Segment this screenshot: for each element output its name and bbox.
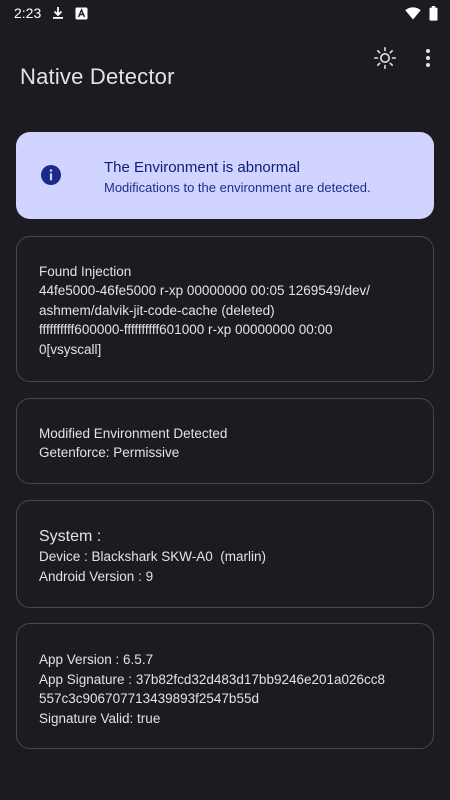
status-left: 2:23: [14, 5, 88, 21]
injection-line: 0[vsyscall]: [39, 341, 102, 357]
card-heading: System :: [39, 528, 102, 545]
signature-valid-line: Signature Valid: true: [39, 710, 161, 726]
status-time: 2:23: [14, 5, 42, 21]
app-title: Native Detector: [20, 64, 175, 89]
more-options-button[interactable]: [412, 42, 444, 74]
injection-card: Found Injection 44fe5000-46fe5000 r-xp 0…: [16, 236, 434, 382]
banner-title: The Environment is abnormal: [104, 159, 300, 176]
sun-icon: [373, 46, 397, 70]
device-line: Device : Blackshark SKW-A0 (marlin): [39, 549, 267, 564]
injection-line: 44fe5000-46fe5000 r-xp 00000000 00:05 12…: [39, 283, 371, 298]
modified-env-card: Modified Environment Detected Getenforce…: [16, 398, 434, 484]
status-right: [405, 5, 438, 21]
app-signature-line: App Signature : 37b82fcd32d483d17bb9246e…: [39, 671, 386, 687]
status-bar: 2:23: [0, 0, 450, 26]
injection-line: ffffffffff600000-ffffffffff601000 r-xp 0…: [39, 322, 333, 337]
battery-icon: [429, 5, 438, 21]
getenforce-line: Getenforce: Permissive: [39, 445, 180, 460]
app-info-card: App Version : 6.5.7 App Signature : 37b8…: [16, 623, 434, 749]
card-heading: Found Injection: [39, 264, 132, 279]
info-icon: [41, 165, 61, 185]
app-signature-line: 557c3c906707713439893f2547b55d: [39, 691, 259, 706]
injection-line: ashmem/dalvik-jit-code-cache (deleted): [39, 302, 275, 318]
more-vert-icon: [426, 49, 430, 67]
app-version-line: App Version : 6.5.7: [39, 652, 154, 667]
download-icon: [51, 6, 65, 20]
banner-subtitle: Modifications to the environment are det…: [104, 180, 371, 195]
wifi-icon: [405, 6, 421, 20]
system-card: System : Device : Blackshark SKW-A0 (mar…: [16, 500, 434, 608]
app-bar: Native Detector: [0, 40, 450, 112]
font-app-icon: [75, 7, 88, 20]
android-version-line: Android Version : 9: [39, 568, 154, 584]
card-heading: Modified Environment Detected: [39, 426, 228, 441]
status-banner: The Environment is abnormal Modification…: [16, 132, 434, 219]
theme-toggle-button[interactable]: [369, 42, 401, 74]
